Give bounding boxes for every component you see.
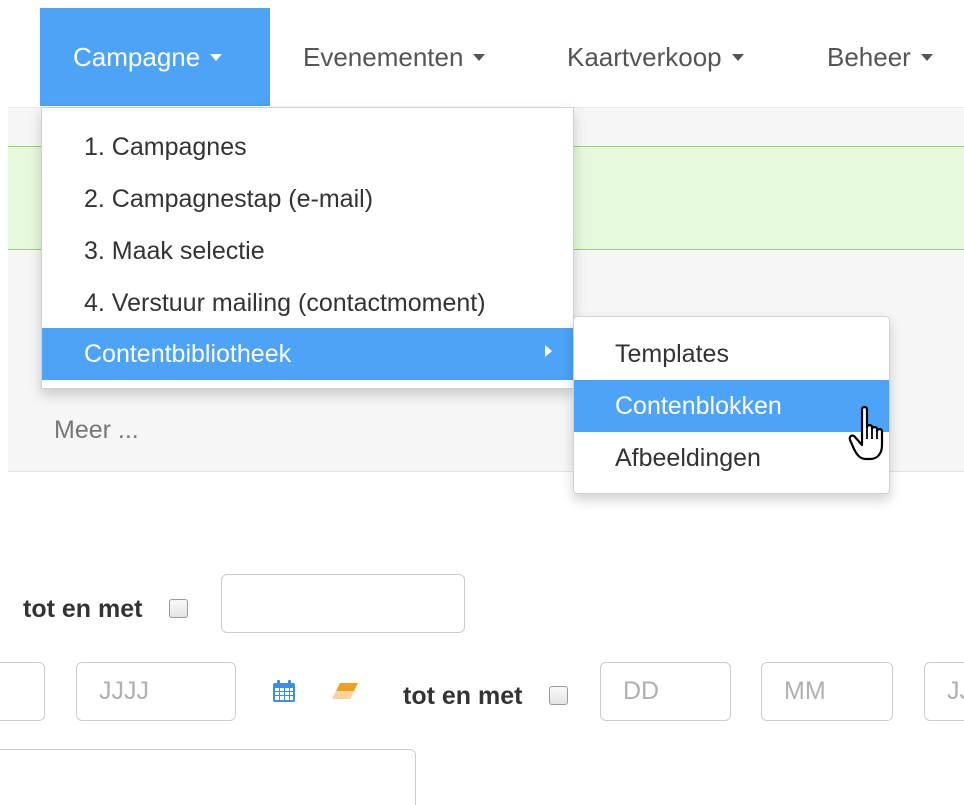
nav-evenementen[interactable]: Evenementen	[303, 8, 486, 106]
tot-en-met-checkbox-2[interactable]	[549, 686, 568, 705]
menu-item-verstuur-mailing[interactable]: 4. Verstuur mailing (contactmoment)	[42, 277, 573, 329]
contentbibliotheek-submenu: Templates Contenblokken Afbeeldingen	[573, 316, 890, 494]
day-to-input[interactable]	[600, 662, 731, 721]
caret-down-icon	[920, 53, 933, 61]
meer-link[interactable]: Meer ...	[54, 416, 139, 445]
nav-beheer[interactable]: Beheer	[827, 8, 933, 106]
year-to-input[interactable]	[924, 662, 964, 721]
text-area-input[interactable]	[0, 749, 416, 805]
year-from-input[interactable]	[76, 662, 236, 721]
menu-item-contentbibliotheek[interactable]: Contentbibliotheek	[42, 328, 573, 380]
nav-beheer-label: Beheer	[827, 41, 911, 72]
chevron-right-icon	[545, 345, 552, 357]
caret-down-icon	[731, 53, 744, 61]
nav-evenementen-label: Evenementen	[303, 41, 464, 72]
date-text-input[interactable]	[221, 574, 465, 633]
menu-item-maak-selectie[interactable]: 3. Maak selectie	[42, 225, 573, 277]
calendar-icon[interactable]	[272, 679, 296, 703]
menu-item-campagnes[interactable]: 1. Campagnes	[42, 121, 573, 173]
eraser-icon[interactable]	[330, 681, 360, 701]
campagne-dropdown-menu: 1. Campagnes 2. Campagnestap (e-mail) 3.…	[41, 107, 574, 389]
top-navbar: Campagne Evenementen Kaartverkoop Beheer	[0, 0, 964, 108]
nav-campagne[interactable]: Campagne	[40, 8, 270, 106]
submenu-item-contenblokken[interactable]: Contenblokken	[574, 380, 889, 432]
tot-en-met-checkbox[interactable]	[169, 599, 188, 618]
submenu-item-templates[interactable]: Templates	[574, 328, 889, 380]
menu-item-contentbibliotheek-label: Contentbibliotheek	[84, 339, 292, 368]
caret-down-icon	[210, 53, 223, 61]
tot-en-met-label: tot en met	[23, 595, 143, 623]
nav-campagne-label: Campagne	[73, 41, 201, 72]
submenu-item-afbeeldingen[interactable]: Afbeeldingen	[574, 432, 889, 484]
nav-kaartverkoop[interactable]: Kaartverkoop	[567, 8, 744, 106]
nav-kaartverkoop-label: Kaartverkoop	[567, 41, 722, 72]
month-to-input[interactable]	[761, 662, 893, 721]
date-partial-input[interactable]	[0, 662, 45, 721]
hand-pointer-icon	[848, 406, 884, 461]
menu-item-campagnestap[interactable]: 2. Campagnestap (e-mail)	[42, 173, 573, 225]
caret-down-icon	[473, 53, 486, 61]
tot-en-met-label-2: tot en met	[403, 682, 523, 710]
